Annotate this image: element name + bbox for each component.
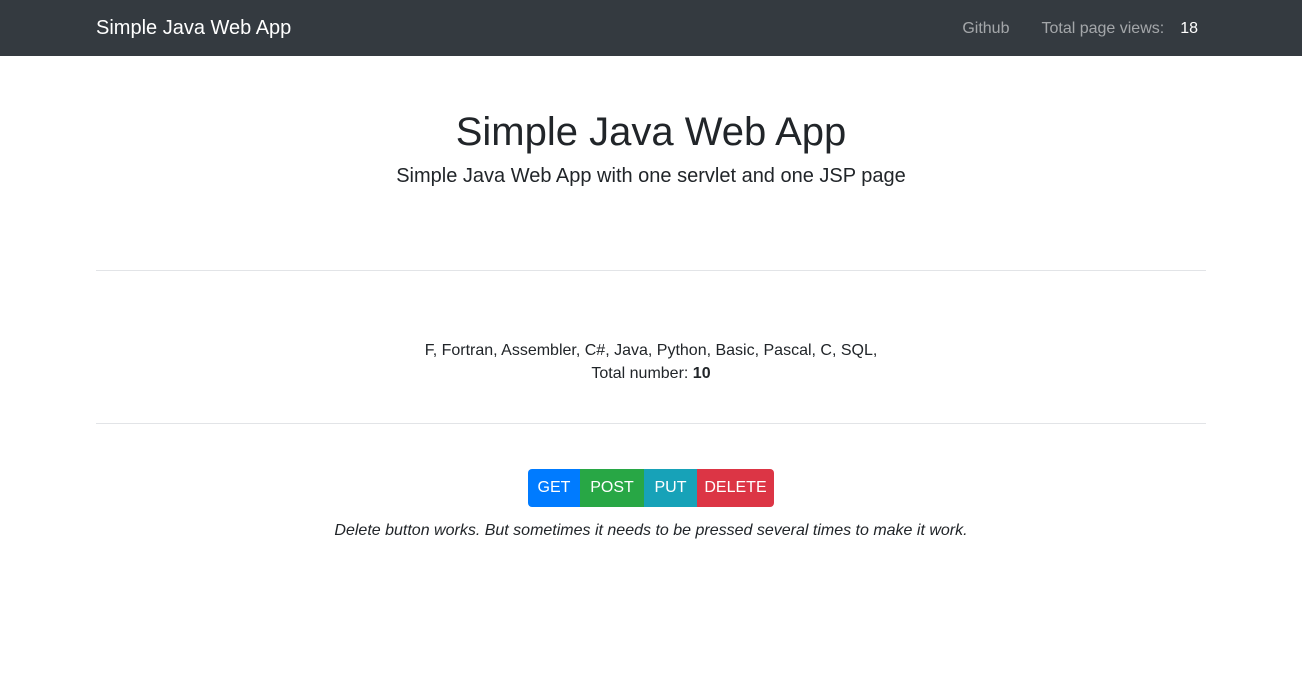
http-method-button-group: GET POST PUT DELETE	[528, 469, 774, 507]
language-list: F, Fortran, Assembler, C#, Java, Python,…	[424, 342, 878, 359]
github-link[interactable]: Github	[962, 19, 1009, 39]
total-number-value: 10	[692, 365, 711, 382]
delete-button[interactable]: DELETE	[697, 469, 774, 507]
divider-bottom	[96, 423, 1206, 424]
total-number-label: Total number:	[591, 365, 689, 382]
page-views-label: Total page views:	[1041, 20, 1165, 37]
get-button[interactable]: GET	[528, 469, 580, 507]
page-views-count: 18	[1180, 20, 1198, 37]
page-subtitle: Simple Java Web App with one servlet and…	[396, 165, 906, 187]
put-button[interactable]: PUT	[644, 469, 697, 507]
delete-note: Delete button works. But sometimes it ne…	[334, 522, 968, 539]
page-title: Simple Java Web App	[455, 110, 847, 154]
top-navbar: Simple Java Web App Github Total page vi…	[0, 0, 1302, 56]
post-button[interactable]: POST	[580, 469, 644, 507]
navbar-right: Github Total page views: 18	[962, 19, 1198, 39]
brand-link[interactable]: Simple Java Web App	[96, 16, 291, 40]
divider-top	[96, 270, 1206, 271]
total-number-line: Total number: 10	[0, 362, 1302, 386]
